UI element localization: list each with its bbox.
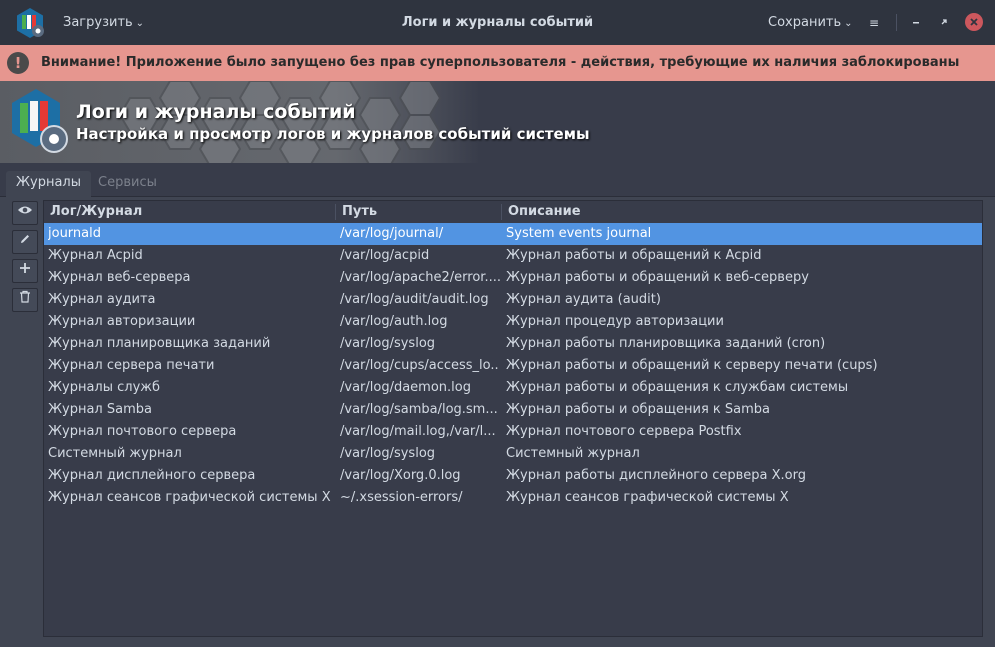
log-description-cell: Журнал аудита (audit) [506,292,661,307]
header-subtitle: Настройка и просмотр логов и журналов со… [76,125,590,143]
log-description-cell: Журнал процедур авторизации [506,314,724,329]
table-row[interactable]: Журнал авторизации/var/log/auth.log Журна… [44,311,982,333]
log-name-cell: Журнал сервера печати [48,358,215,373]
table-row[interactable]: Журнал планировщика заданий/var/log/sysl… [44,333,982,355]
plus-icon [20,263,30,273]
log-name-cell: Системный журнал [48,446,182,461]
column-header-path[interactable]: Путь [336,201,377,223]
log-name-cell: journald [48,226,101,241]
table-row[interactable]: Журнал веб-сервера/var/log/apache2/error… [44,267,982,289]
log-path-cell: /var/log/mail.log,/var/l... [340,424,496,439]
log-path-cell: /var/log/syslog [340,446,436,461]
delete-button[interactable] [12,288,38,312]
tab-services[interactable]: Сервисы [88,171,167,197]
log-description-cell: Журнал работы и обращений к Acpid [506,248,762,263]
log-path-cell: /var/log/audit/audit.log [340,292,489,307]
maximize-icon[interactable] [934,13,954,33]
log-description-cell: Журнал работы планировщика заданий (cron… [506,336,826,351]
log-description-cell: Журнал работы и обращений к веб-серверу [506,270,809,285]
log-name-cell: Журнал планировщика заданий [48,336,271,351]
chevron-down-icon: ⌄ [135,18,145,29]
log-name-cell: Журнал дисплейного сервера [48,468,256,483]
log-path-cell: ~/.xsession-errors/ [340,490,463,505]
column-header-log[interactable]: Лог/Журнал [44,201,142,223]
page-header: Логи и журналы событий Настройка и просм… [0,81,995,163]
table-row[interactable]: Журнал сервера печати/var/log/cups/acces… [44,355,982,377]
table-row[interactable]: Журнал сеансов графической системы X ~/.x… [44,487,982,509]
edit-button[interactable] [12,230,38,254]
log-name-cell: Журнал Samba [48,402,152,417]
table-row[interactable]: Журнал дисплейного сервера/var/log/Xorg.… [44,465,982,487]
pencil-icon [21,235,29,243]
table-row[interactable]: Журнал Samba/var/log/samba/log.sm... Журн… [44,399,982,421]
warning-banner: ! Внимание! Приложение было запущено без… [0,45,995,81]
save-menu-button[interactable]: Сохранить ⌄ [768,0,853,45]
journals-panel: Лог/Журнал Путь Описание journald/var/lo… [0,197,995,647]
table-row[interactable]: Журналы служб/var/log/daemon.log Журнал р… [44,377,982,399]
chevron-down-icon: ⌄ [844,18,853,29]
log-path-cell: /var/log/apache2/error.... [340,270,500,285]
app-window: Загрузить ⌄ Логи и журналы событий Сохран… [0,0,995,647]
log-name-cell: Журнал почтового сервера [48,424,237,439]
log-path-cell: /var/log/journal/ [340,226,444,241]
log-description-cell: Журнал сеансов графической системы X [506,490,789,505]
table-row[interactable]: journald/var/log/journal/System events j… [44,223,982,245]
log-path-cell: /var/log/auth.log [340,314,448,329]
log-name-cell: Журнал Acpid [48,248,143,263]
table-row[interactable]: Журнал Acpid/var/log/acpid Журнал работы … [44,245,982,267]
tab-bar: Журналы Сервисы [0,171,995,197]
close-icon[interactable] [965,13,983,31]
log-name-cell: Журналы служб [48,380,160,395]
tab-journals[interactable]: Журналы [6,171,91,197]
titlebar: Загрузить ⌄ Логи и журналы событий Сохран… [0,0,995,45]
column-header-description[interactable]: Описание [502,201,581,223]
log-description-cell: Журнал работы дисплейного сервера X.org [506,468,806,483]
log-name-cell: Журнал веб-сервера [48,270,191,285]
titlebar-separator [896,14,897,31]
load-menu-label: Загрузить [63,15,133,30]
app-logo-icon [17,8,44,38]
log-path-cell: /var/log/acpid [340,248,430,263]
log-name-cell: Журнал аудита [48,292,156,307]
log-description-cell: Журнал работы и обращений к серверу печа… [506,358,878,373]
add-button[interactable] [12,259,38,283]
header-logo-icon [12,89,68,153]
log-path-cell: /var/log/daemon.log [340,380,471,395]
log-name-cell: Журнал сеансов графической системы X [48,490,331,505]
warning-icon: ! [7,52,29,74]
warning-text: Внимание! Приложение было запущено без п… [41,55,960,70]
log-name-cell: Журнал авторизации [48,314,196,329]
log-description-cell: Журнал работы и обращения к Samba [506,402,771,417]
log-path-cell: /var/log/cups/access_lo... [340,358,500,373]
table-header: Лог/Журнал Путь Описание [44,201,982,223]
view-button[interactable] [12,201,38,225]
log-description-cell: System events journal [506,226,652,241]
log-path-cell: /var/log/syslog [340,336,436,351]
hamburger-menu-icon[interactable]: ≡ [864,13,884,33]
log-path-cell: /var/log/samba/log.sm... [340,402,498,417]
trash-icon [20,290,30,303]
table-row[interactable]: Журнал аудита/var/log/audit/audit.log Жур… [44,289,982,311]
log-path-cell: /var/log/Xorg.0.log [340,468,461,483]
table-row[interactable]: Журнал почтового сервера/var/log/mail.lo… [44,421,982,443]
minimize-icon[interactable] [906,13,926,33]
logs-table: Лог/Журнал Путь Описание journald/var/lo… [43,200,983,637]
log-description-cell: Системный журнал [506,446,640,461]
log-description-cell: Журнал работы и обращения к службам сист… [506,380,849,395]
table-row[interactable]: Системный журнал/var/log/syslog Системный… [44,443,982,465]
save-menu-label: Сохранить [768,15,842,30]
header-title: Логи и журналы событий [76,101,356,123]
eye-icon [18,206,32,214]
load-menu-button[interactable]: Загрузить ⌄ [63,0,144,45]
log-description-cell: Журнал почтового сервера Postfix [506,424,742,439]
